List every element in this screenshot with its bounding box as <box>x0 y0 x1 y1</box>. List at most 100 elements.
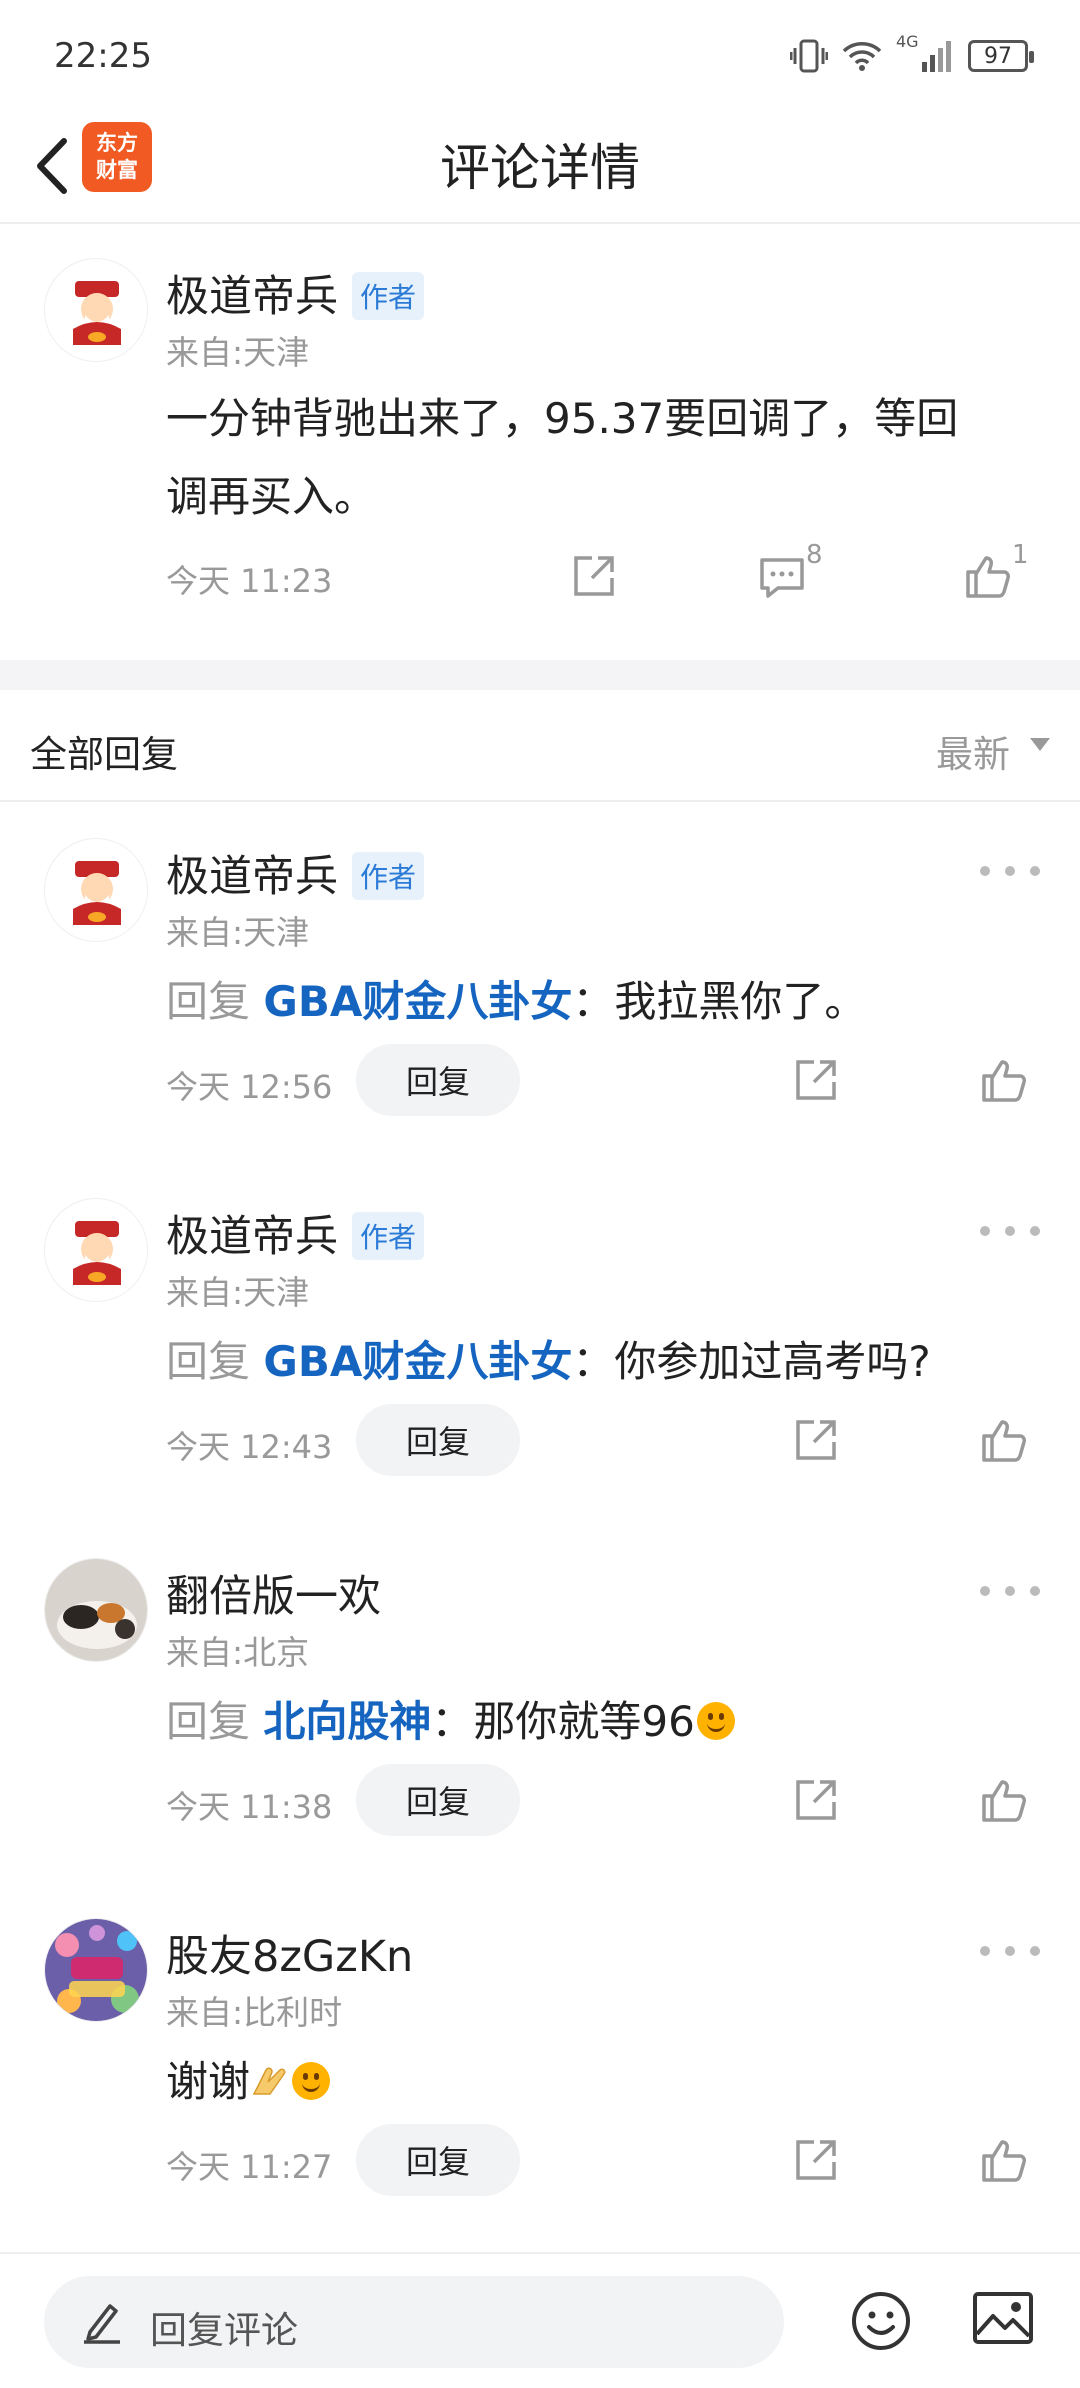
reply-time: 今天 12:56 <box>166 1068 333 1106</box>
reply-prefix: 回复 <box>166 977 264 1026</box>
more-options-button[interactable] <box>980 1936 1040 1966</box>
username: 股友8zGzKn <box>166 1932 414 1982</box>
pencil-icon <box>84 2304 120 2344</box>
share-icon <box>796 1060 836 1100</box>
location: 来自:北京 <box>166 1633 310 1672</box>
battery-icon: 97 <box>968 40 1034 72</box>
reply-target-link[interactable]: GBA财金八卦女 <box>263 977 572 1026</box>
fortune-god-avatar-icon <box>45 839 147 941</box>
reply-time: 今天 12:43 <box>166 1428 333 1466</box>
avatar[interactable] <box>44 1558 148 1662</box>
author-tag: 作者 <box>352 1211 425 1260</box>
share-icon <box>574 556 614 596</box>
location: 来自:天津 <box>166 333 310 372</box>
reply-author[interactable]: 股友8zGzKn <box>166 1922 413 1984</box>
replies-header: 全部回复 最新 <box>0 690 1080 802</box>
avatar[interactable] <box>44 258 148 362</box>
share-button[interactable] <box>788 1772 844 1828</box>
username: 极道帝兵 <box>166 852 338 902</box>
thumbs-up-icon <box>982 1060 1026 1102</box>
app-header: 东方 财富 评论详情 <box>0 110 1080 224</box>
bottom-reply-bar: 回复评论 <box>0 2252 1080 2388</box>
page-title: 评论详情 <box>440 139 640 197</box>
comment-count: 8 <box>806 540 823 570</box>
reply-time: 今天 11:27 <box>166 2148 333 2186</box>
post-content-line: 一分钟背驰出来了，95.37要回调了，等回 <box>166 394 959 443</box>
new-year-2025-avatar-icon <box>45 1919 147 2021</box>
reply-button[interactable]: 回复 <box>356 1044 520 1116</box>
like-count: 1 <box>1012 540 1029 570</box>
reply-target-link[interactable]: 北向股神 <box>263 1697 431 1746</box>
smile-emoji-icon <box>292 2061 331 2100</box>
like-button[interactable] <box>960 548 1016 604</box>
location: 来自:天津 <box>166 1273 310 1312</box>
status-bar: 22:25 4G 97 <box>0 0 1080 110</box>
reply-text: 谢谢 <box>166 2057 251 2106</box>
username: 翻倍版一欢 <box>166 1572 381 1622</box>
status-time: 22:25 <box>54 36 152 76</box>
vibrate-icon <box>790 39 828 73</box>
reply-input-placeholder: 回复评论 <box>150 2309 298 2352</box>
reply-button[interactable]: 回复 <box>356 1764 520 1836</box>
like-button[interactable] <box>976 1412 1032 1468</box>
username: 极道帝兵 <box>166 1212 338 1262</box>
cat-photo-avatar-icon <box>45 1559 147 1661</box>
username: 极道帝兵 <box>166 272 338 322</box>
reply-text: ：你参加过高考吗? <box>572 1337 931 1386</box>
share-button[interactable] <box>788 2132 844 2188</box>
more-options-button[interactable] <box>980 1216 1040 1246</box>
more-options-button[interactable] <box>980 1576 1040 1606</box>
fortune-god-avatar-icon <box>45 1199 147 1301</box>
reply-button[interactable]: 回复 <box>356 2124 520 2196</box>
share-icon <box>796 2140 836 2180</box>
reply-button[interactable]: 回复 <box>356 1404 520 1476</box>
sort-dropdown[interactable]: 最新 <box>936 724 1010 778</box>
image-button[interactable] <box>972 2290 1034 2346</box>
smile-emoji-icon <box>696 1701 735 1740</box>
avatar[interactable] <box>44 1918 148 2022</box>
author-tag: 作者 <box>352 271 425 320</box>
more-options-button[interactable] <box>980 856 1040 886</box>
avatar[interactable] <box>44 1198 148 1302</box>
reply-prefix: 回复 <box>166 1697 264 1746</box>
share-button[interactable] <box>566 548 622 604</box>
post-time: 今天 11:23 <box>166 562 333 600</box>
all-replies-label: 全部回复 <box>30 733 178 776</box>
reply-text: ：那你就等96 <box>431 1697 695 1746</box>
like-button[interactable] <box>976 2132 1032 2188</box>
share-icon <box>796 1420 836 1460</box>
reply-content: 回复 北向股神：那你就等96 <box>166 1688 735 1749</box>
emoji-button[interactable] <box>850 2290 912 2352</box>
location: 来自:天津 <box>166 913 310 952</box>
like-button[interactable] <box>976 1052 1032 1108</box>
reply-target-link[interactable]: GBA财金八卦女 <box>263 1337 572 1386</box>
reply-author[interactable]: 极道帝兵 作者 <box>166 1202 425 1264</box>
reply-content: 谢谢 <box>166 2048 331 2109</box>
avatar[interactable] <box>44 838 148 942</box>
share-button[interactable] <box>788 1052 844 1108</box>
reply-author[interactable]: 翻倍版一欢 <box>166 1562 381 1624</box>
post-content: 一分钟背驰出来了，95.37要回调了，等回 调再买入。 <box>166 380 958 536</box>
thumbs-up-icon <box>966 556 1010 598</box>
section-divider <box>0 660 1080 690</box>
thumbs-up-icon <box>982 1780 1026 1822</box>
share-button[interactable] <box>788 1412 844 1468</box>
reply-input[interactable]: 回复评论 <box>44 2276 784 2368</box>
reply-content: 回复 GBA财金八卦女：你参加过高考吗? <box>166 1328 931 1389</box>
fortune-god-avatar-icon <box>45 259 147 361</box>
thumbs-up-icon <box>982 2140 1026 2182</box>
reply-content: 回复 GBA财金八卦女：我拉黑你了。 <box>166 968 866 1029</box>
signal-icon: 4G <box>896 32 954 74</box>
reply-author[interactable]: 极道帝兵 作者 <box>166 842 425 904</box>
like-button[interactable] <box>976 1772 1032 1828</box>
comment-button[interactable] <box>754 548 810 604</box>
battery-level: 97 <box>984 43 1012 69</box>
clap-emoji-icon <box>252 2067 286 2095</box>
post-author[interactable]: 极道帝兵 作者 <box>166 262 425 324</box>
status-icons: 4G 97 <box>790 32 1034 76</box>
reply-time: 今天 11:38 <box>166 1788 333 1826</box>
post-content-line: 调再买入。 <box>166 472 377 521</box>
share-icon <box>796 1780 836 1820</box>
wifi-icon <box>842 42 882 71</box>
caret-down-icon[interactable] <box>1030 738 1050 751</box>
